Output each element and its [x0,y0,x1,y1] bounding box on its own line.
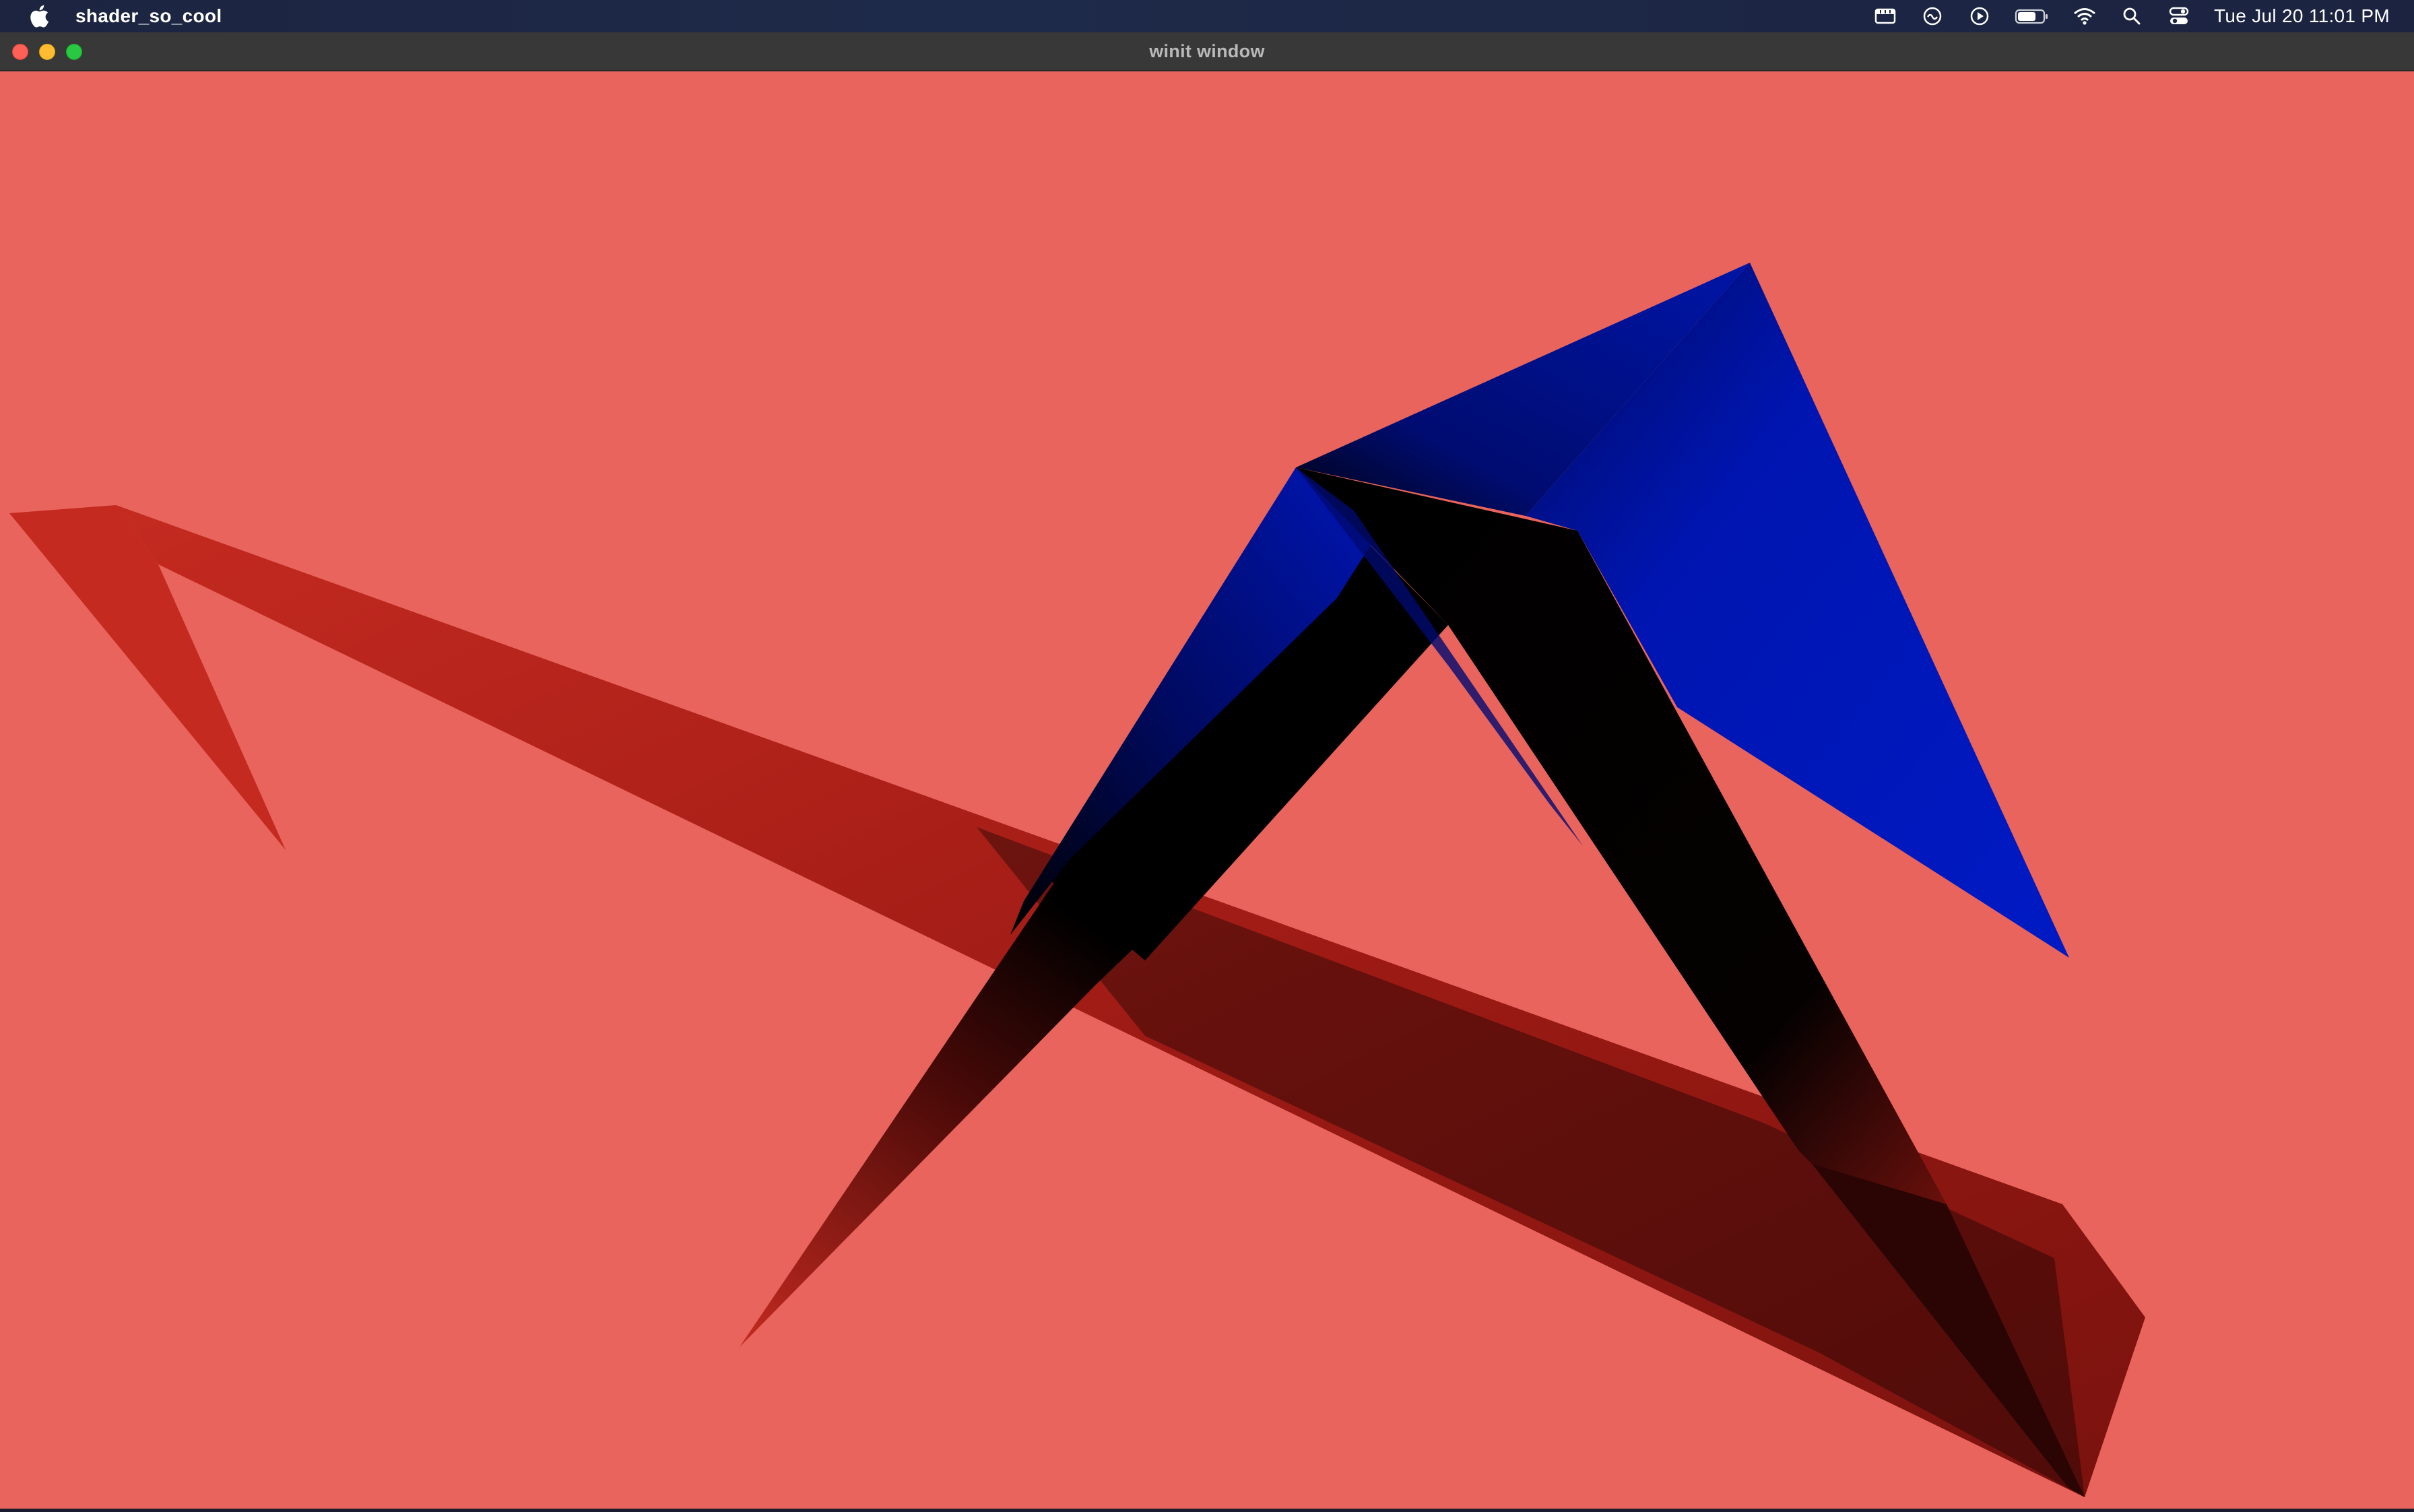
control-center-icon[interactable] [2167,4,2191,28]
minimize-window-button[interactable] [39,44,55,60]
menu-bar: shader_so_cool Tue Jul 20 11:01 PM [0,0,2414,32]
close-window-button[interactable] [12,44,28,60]
window-controls [12,44,82,60]
wifi-icon[interactable] [2073,4,2097,28]
screen-recording-icon[interactable] [1873,4,1897,28]
menu-bar-clock[interactable]: Tue Jul 20 11:01 PM [2214,5,2390,27]
window-title: winit window [1149,40,1265,61]
app-window: winit window [0,32,2414,1509]
battery-icon[interactable] [2015,4,2050,28]
active-app-name[interactable]: shader_so_cool [75,5,222,27]
window-title-bar[interactable]: winit window [0,32,2414,71]
spotlight-search-icon[interactable] [2120,4,2144,28]
sync-icon[interactable] [1920,4,1945,28]
rendered-scene [9,263,2145,1497]
zoom-window-button[interactable] [66,44,82,60]
apple-menu-icon[interactable] [23,5,55,28]
render-canvas[interactable] [0,73,2414,1509]
status-area: Tue Jul 20 11:01 PM [1873,0,2390,32]
play-icon[interactable] [1967,4,1992,28]
